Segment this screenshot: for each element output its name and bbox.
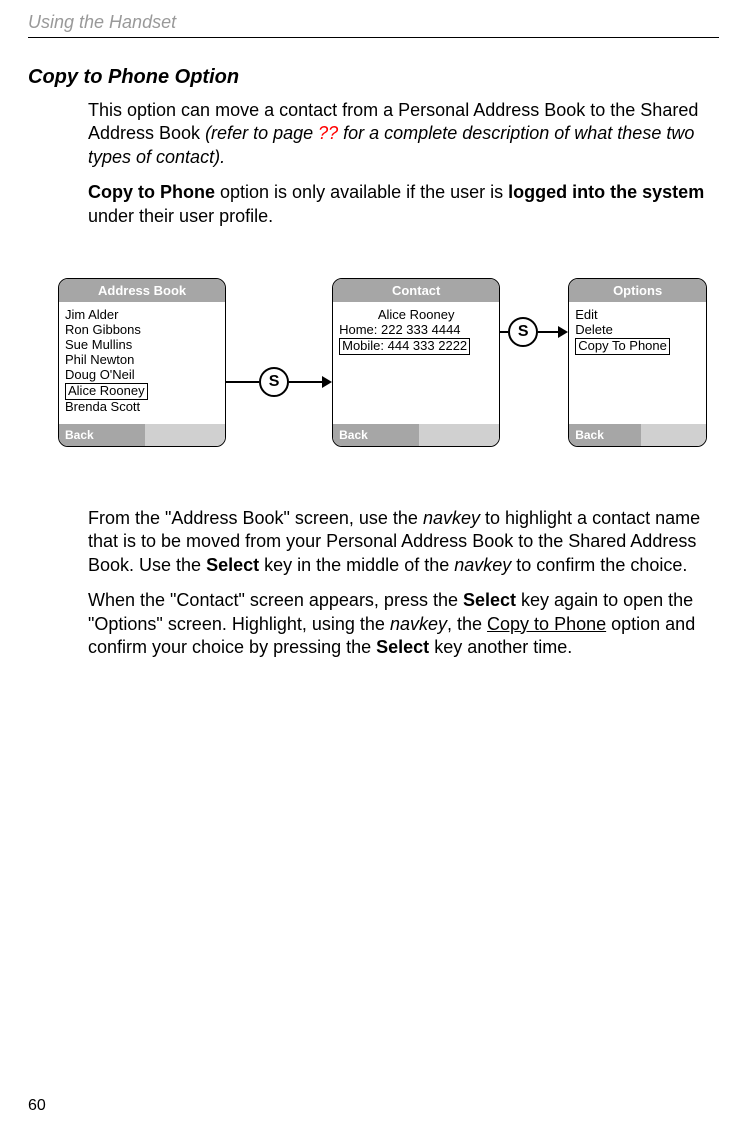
list-item: Delete xyxy=(575,323,700,338)
screen-title: Address Book xyxy=(59,279,225,302)
contact-home: Home: 222 333 4444 xyxy=(339,323,493,338)
screen-title: Options xyxy=(569,279,706,302)
text: When the "Contact" screen appears, press… xyxy=(88,590,463,610)
back-softkey: Back xyxy=(333,424,419,446)
connector: S xyxy=(500,317,568,347)
connector: S xyxy=(226,367,332,397)
list-item: Brenda Scott xyxy=(65,400,219,415)
text: to confirm the choice. xyxy=(511,555,687,575)
screen-title: Contact xyxy=(333,279,499,302)
back-softkey: Back xyxy=(59,424,145,446)
intro-paragraph-1: This option can move a contact from a Pe… xyxy=(88,99,707,169)
arrow-icon xyxy=(558,326,568,338)
screen-body: Edit Delete Copy To Phone xyxy=(569,302,706,424)
screen-contact: Contact Alice Rooney Home: 222 333 4444 … xyxy=(332,278,500,447)
page-ref: ?? xyxy=(318,123,338,143)
screen-address-book: Address Book Jim Alder Ron Gibbons Sue M… xyxy=(58,278,226,447)
screen-body: Jim Alder Ron Gibbons Sue Mullins Phil N… xyxy=(59,302,225,424)
text: under their user profile. xyxy=(88,206,273,226)
list-item-selected: Alice Rooney xyxy=(65,383,148,400)
list-item: Ron Gibbons xyxy=(65,323,219,338)
list-item: Sue Mullins xyxy=(65,338,219,353)
screen-footer: Back xyxy=(333,424,499,446)
footer-paragraph-2: When the "Contact" screen appears, press… xyxy=(88,589,707,659)
line xyxy=(226,381,259,383)
line xyxy=(500,331,508,333)
arrow-icon xyxy=(322,376,332,388)
page-header: Using the Handset xyxy=(0,0,747,33)
footer-paragraph-1: From the "Address Book" screen, use the … xyxy=(88,507,707,577)
select-key-icon: S xyxy=(508,317,538,347)
list-item: Jim Alder xyxy=(65,308,219,323)
text-bold: Select xyxy=(206,555,259,575)
line xyxy=(289,381,322,383)
text: From the "Address Book" screen, use the xyxy=(88,508,423,528)
page-number: 60 xyxy=(28,1097,46,1115)
screen-body: Alice Rooney Home: 222 333 4444 Mobile: … xyxy=(333,302,499,424)
diagram: Address Book Jim Alder Ron Gibbons Sue M… xyxy=(58,278,707,447)
text-bold: Select xyxy=(376,637,429,657)
content: Copy to Phone Option This option can mov… xyxy=(0,38,747,659)
line xyxy=(538,331,558,333)
text: , the xyxy=(447,614,487,634)
right-softkey xyxy=(641,424,706,446)
select-key-icon: S xyxy=(259,367,289,397)
text-bold: Copy to Phone xyxy=(88,182,215,202)
text: key another time. xyxy=(429,637,572,657)
text-bold: Select xyxy=(463,590,516,610)
screen-options: Options Edit Delete Copy To Phone Back xyxy=(568,278,707,447)
contact-mobile-selected: Mobile: 444 333 2222 xyxy=(339,338,470,355)
screen-footer: Back xyxy=(59,424,225,446)
list-item-selected: Copy To Phone xyxy=(575,338,670,355)
text-italic: navkey xyxy=(423,508,480,528)
right-softkey xyxy=(145,424,225,446)
list-item: Doug O'Neil xyxy=(65,368,219,383)
text-italic: navkey xyxy=(390,614,447,634)
list-item: Edit xyxy=(575,308,700,323)
text-underline: Copy to Phone xyxy=(487,614,606,634)
text-bold: logged into the system xyxy=(508,182,704,202)
back-softkey: Back xyxy=(569,424,640,446)
text: key in the middle of the xyxy=(259,555,454,575)
right-softkey xyxy=(419,424,499,446)
text-italic: navkey xyxy=(454,555,511,575)
list-item: Phil Newton xyxy=(65,353,219,368)
intro-paragraph-2: Copy to Phone option is only available i… xyxy=(88,181,707,228)
text-italic: (refer to page xyxy=(205,123,318,143)
screen-footer: Back xyxy=(569,424,706,446)
contact-name: Alice Rooney xyxy=(339,308,493,323)
section-title: Copy to Phone Option xyxy=(28,66,707,89)
text: option is only available if the user is xyxy=(215,182,508,202)
